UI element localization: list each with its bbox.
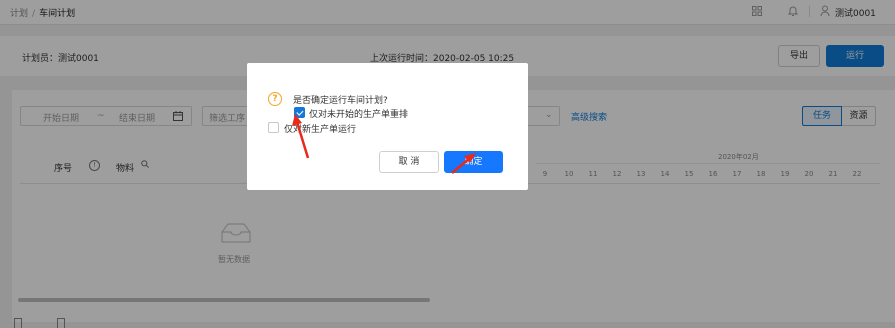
cancel-button[interactable]: 取 消 [379, 151, 439, 173]
question-icon: ? [268, 92, 282, 106]
confirm-button[interactable]: 确定 [444, 151, 503, 173]
option1-checkbox[interactable] [294, 107, 305, 118]
dialog-question: 是否确定运行车间计划? [293, 96, 388, 106]
option1-label[interactable]: 仅对未开始的生产单重排 [309, 107, 408, 120]
confirm-dialog: ? 是否确定运行车间计划? 仅对未开始的生产单重排 仅对新生产单运行 取 消 确… [247, 63, 528, 190]
option2-checkbox[interactable] [268, 122, 279, 133]
option2-label[interactable]: 仅对新生产单运行 [284, 122, 356, 135]
